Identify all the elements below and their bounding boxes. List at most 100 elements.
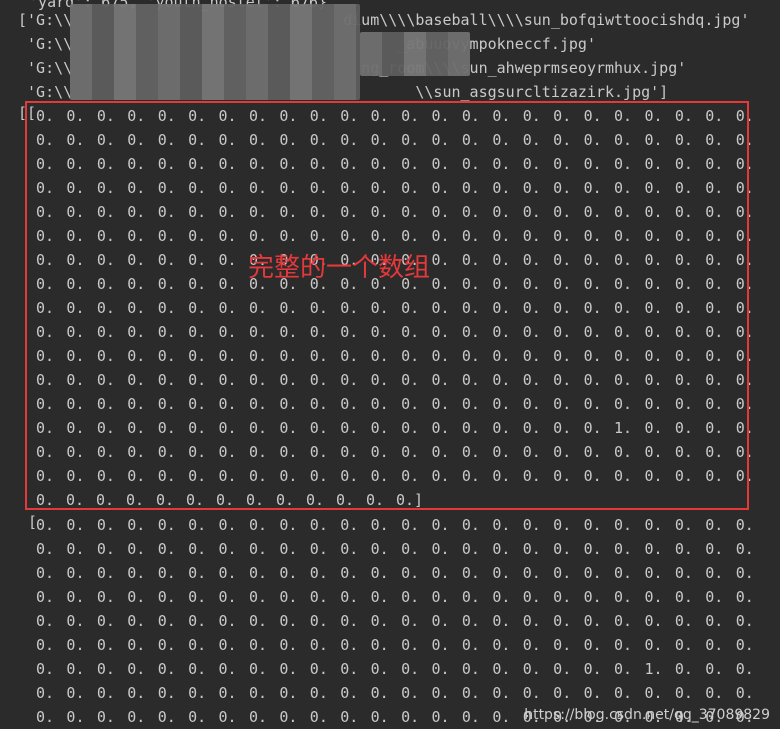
array-cell: 0. [127,708,146,726]
array-cell: 0. [370,660,389,678]
array-cell: 0. [492,660,511,678]
array-row: 0. 0. 0. 0. 0. 0. 0. 0. 0. 0. 0. 0. 0. 0. 0. 0. 0. 0. 0. 0.… [36,657,766,681]
array-cell: 0. [461,708,480,726]
array-cell: 0. [644,684,663,702]
array-cell: 0. [492,612,511,630]
array-cell: 0. [553,636,572,654]
array-cell: 0. [705,684,724,702]
array-cell: 0. [735,612,754,630]
array-cell: 0. [644,588,663,606]
array-cell: 0. [735,540,754,558]
array-cell: 0. [309,588,328,606]
array-cell: 0. [492,540,511,558]
array-cell: 0. [614,540,633,558]
array-cell: 0. [309,516,328,534]
array-cell: 0. [644,540,663,558]
annotation-label: 完整的一个数组 [248,253,431,283]
array-cell: 0. [492,636,511,654]
array-cell: 0. [340,660,359,678]
array-cell: 0. [401,660,420,678]
array-cell: 0. [96,708,115,726]
array-row: 0. 0. 0. 0. 0. 0. 0. 0. 0. 0. 0. 0. 0. 0. 0. 0. 0. 0. 0. 0.… [36,585,766,609]
array-cell: 0. [492,564,511,582]
array-cell: 0. [157,588,176,606]
array-cell: 0. [36,564,55,582]
array-cell: 0. [188,636,207,654]
array-cell: 0. [583,564,602,582]
array-cell: 0. [188,660,207,678]
array-cell: 0. [340,540,359,558]
array-cell: 0. [127,588,146,606]
array-cell: 0. [36,540,55,558]
array-cell: 0. [36,612,55,630]
array-cell: 0. [553,660,572,678]
array-cell: 0. [279,564,298,582]
array-cell: 0. [218,660,237,678]
array-cell: 0. [431,612,450,630]
array-cell: 0. [36,708,55,726]
array-cell: 0. [218,684,237,702]
array-cell: 0. [309,564,328,582]
array-cell: 0. [401,564,420,582]
array-cell: 0. [279,684,298,702]
array-cell: 0. [370,516,389,534]
array-cell: 0. [705,516,724,534]
array-cell: 0. [96,516,115,534]
array-cell: 0. [309,660,328,678]
array-cell: 0. [309,540,328,558]
array-cell: 0. [431,684,450,702]
array-cell: 0. [431,708,450,726]
array-cell: 0. [401,636,420,654]
array-cell: 0. [370,708,389,726]
array-cell: 0. [492,684,511,702]
array-cell: 0. [96,660,115,678]
array-cell: 0. [248,516,268,534]
array-row: 0. 0. 0. 0. 0. 0. 0. 0. 0. 0. 0. 0. 0. 0. 0. 0. 0. 0. 0. 0.… [36,681,766,705]
array-cell: 0. [522,660,541,678]
array-cell: 0. [188,684,207,702]
array-cell: 0. [157,516,176,534]
array-cell: 0. [188,540,207,558]
array-cell: 0. [674,636,693,654]
array-cell: 0. [583,540,602,558]
array-cell: 0. [735,588,754,606]
array-cell: 0. [66,564,85,582]
array-cell: 0. [340,684,359,702]
array-cell: 0. [644,516,663,534]
array-cell: 0. [66,516,85,534]
array-cell: 0. [370,684,389,702]
array-cell: 0. [218,636,237,654]
array-cell: 0. [188,708,207,726]
array-cell: 0. [248,660,268,678]
array-cell: 0. [461,612,480,630]
array-cell: 0. [674,612,693,630]
array-cell: 0. [66,708,85,726]
array-cell: 0. [309,612,328,630]
array-cell: 0. [614,564,633,582]
array-cell: 0. [309,684,328,702]
array-cell: 0. [188,612,207,630]
array-cell: 0. [248,564,268,582]
array-cell: 0. [218,588,237,606]
array-cell: 0. [705,660,724,678]
array-cell: 0. [309,708,328,726]
array-cell: 0. [66,612,85,630]
array-cell: 0. [248,708,268,726]
array-cell: 0. [157,684,176,702]
array-cell: 0. [492,708,511,726]
array-cell: 0. [522,636,541,654]
array-cell: 0. [553,540,572,558]
array-cell: 0. [248,612,268,630]
array-cell: 0. [96,588,115,606]
array-cell: 0. [705,564,724,582]
array-cell: 0. [127,636,146,654]
array-row: 0. 0. 0. 0. 0. 0. 0. 0. 0. 0. 0. 0. 0. 0. 0. 0. 0. 0. 0. 0.… [36,633,766,657]
array-cell: 0. [157,612,176,630]
array-cell: 0. [248,588,268,606]
array-cell: 0. [674,540,693,558]
array-cell: 0. [370,564,389,582]
array-cell: 0. [127,564,146,582]
array-cell: 0. [188,564,207,582]
array-cell: 0. [522,516,541,534]
array-cell: 0. [157,660,176,678]
